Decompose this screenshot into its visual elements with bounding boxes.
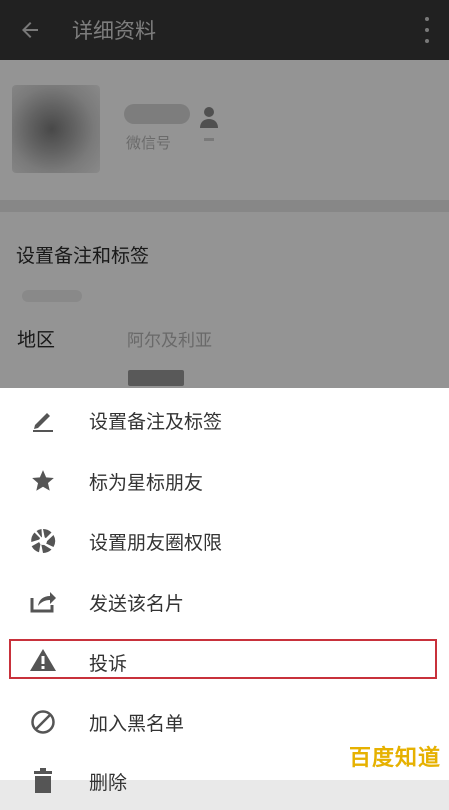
menu-item-label: 标为星标朋友 <box>89 472 204 494</box>
menu-item-label: 设置备注及标签 <box>89 411 223 433</box>
trash-icon <box>28 766 58 796</box>
menu-item-label: 发送该名片 <box>89 593 185 615</box>
menu-item-set-remark[interactable]: 设置备注及标签 <box>0 389 449 449</box>
warning-icon <box>28 645 58 675</box>
action-sheet: 设置备注及标签 标为星标朋友 设置朋友圈权限 发送该名片 投诉 加入黑名单 删除 <box>0 388 449 794</box>
pencil-icon <box>28 405 58 435</box>
menu-item-send-card[interactable]: 发送该名片 <box>0 571 449 631</box>
share-icon <box>28 587 58 617</box>
watermark-logo: 百度知道 <box>348 746 441 771</box>
block-icon <box>28 707 58 737</box>
menu-item-label: 加入黑名单 <box>89 713 185 735</box>
menu-item-moments-permission[interactable]: 设置朋友圈权限 <box>0 510 449 570</box>
menu-item-report[interactable]: 投诉 <box>9 639 437 679</box>
menu-item-label: 设置朋友圈权限 <box>89 532 223 554</box>
moments-icon <box>28 526 58 556</box>
star-icon <box>28 466 58 496</box>
menu-item-label: 删除 <box>89 772 128 794</box>
menu-item-label: 投诉 <box>89 653 128 675</box>
menu-item-star-friend[interactable]: 标为星标朋友 <box>0 450 449 510</box>
